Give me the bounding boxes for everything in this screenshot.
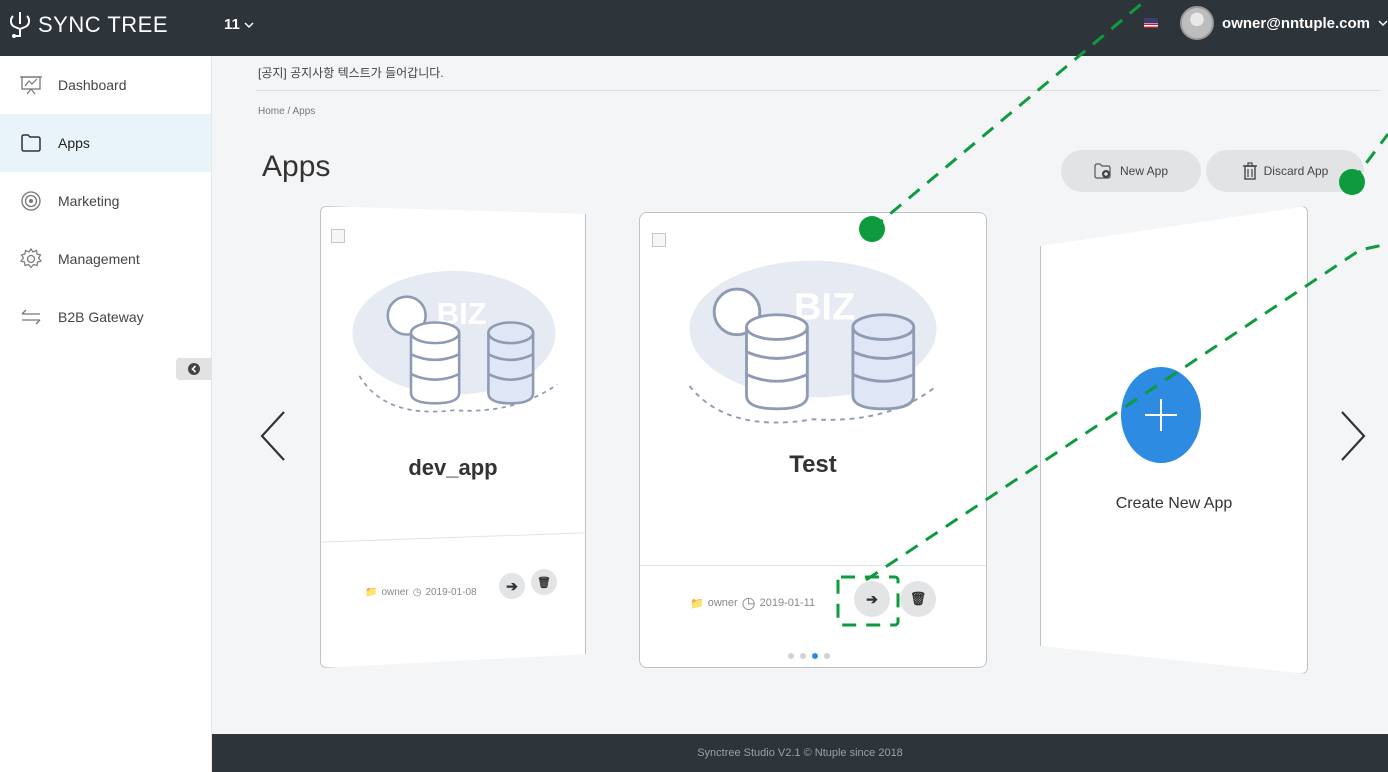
- owner-label: owner: [707, 597, 738, 609]
- user-menu[interactable]: owner@nntuple.com: [1144, 6, 1388, 40]
- trash-icon: [1242, 162, 1257, 180]
- carousel-prev-arrow-icon[interactable]: [258, 408, 288, 464]
- arrow-right-icon: ➔: [866, 590, 878, 607]
- sidebar-collapse-button[interactable]: [176, 358, 212, 380]
- sidebar-item-apps[interactable]: Apps: [0, 114, 211, 172]
- clock-icon: ◷: [412, 587, 422, 598]
- app-title: SYNC TREE: [38, 12, 169, 37]
- card-title: dev_app: [408, 455, 498, 480]
- new-app-button[interactable]: New App: [1061, 150, 1201, 192]
- delete-app-button[interactable]: 🗑: [531, 569, 557, 595]
- app-card-test[interactable]: BIZ Test 📁 owner ◷ 2019-01-11 ➔ 🗑: [639, 212, 987, 668]
- sidebar: Dashboard Apps Marketing Management B2B …: [0, 56, 212, 772]
- sidebar-item-b2b-gateway[interactable]: B2B Gateway: [0, 288, 211, 346]
- arrow-right-icon: ➔: [506, 577, 518, 594]
- date-label: 2019-01-08: [425, 587, 477, 598]
- new-app-label: New App: [1119, 164, 1169, 178]
- arrow-left-circle-icon: [188, 363, 200, 375]
- date-label: 2019-01-11: [759, 597, 816, 609]
- database-illustration-icon: BIZ: [352, 270, 558, 413]
- card-checkbox[interactable]: [331, 229, 345, 243]
- discard-app-button[interactable]: Discard App: [1206, 150, 1364, 192]
- delete-app-button[interactable]: 🗑: [900, 581, 936, 617]
- divider: [640, 565, 986, 566]
- folder-icon: [20, 132, 42, 154]
- user-email: owner@nntuple.com: [1222, 14, 1370, 32]
- card-meta: 📁 owner ◷ 2019-01-11: [690, 593, 815, 613]
- discard-app-label: Discard App: [1263, 164, 1329, 178]
- card-meta: 📁 owner ◷ 2019-01-08: [365, 587, 477, 598]
- card-title: Test: [789, 451, 837, 478]
- project-selector[interactable]: 11: [224, 16, 254, 33]
- carousel-dot-active[interactable]: [812, 653, 818, 659]
- sidebar-item-dashboard[interactable]: Dashboard: [0, 56, 211, 114]
- sidebar-item-marketing[interactable]: Marketing: [0, 172, 211, 230]
- clock-icon: ◷: [741, 595, 756, 612]
- owner-label: owner: [381, 587, 409, 598]
- sidebar-item-label: B2B Gateway: [58, 309, 144, 325]
- trash-icon: 🗑: [909, 591, 927, 606]
- carousel-dot[interactable]: [800, 653, 806, 659]
- plus-icon: [1145, 399, 1177, 431]
- carousel-dot[interactable]: [788, 653, 794, 659]
- sidebar-item-label: Dashboard: [58, 77, 127, 93]
- divider: [321, 532, 585, 543]
- avatar[interactable]: [1180, 6, 1215, 40]
- project-selector-value: 11: [224, 16, 240, 33]
- us-flag-icon[interactable]: [1144, 18, 1159, 28]
- top-bar: SYNC TREE 11 owner@nntuple.com: [0, 0, 1388, 56]
- folder-icon: 📁: [365, 587, 378, 598]
- footer-text: Synctree Studio V2.1 © Ntuple since 2018: [697, 747, 903, 759]
- carousel-dots: [788, 653, 830, 659]
- main-content: [공지] 공지사항 텍스트가 들어갑니다. Home / Apps Apps N…: [212, 56, 1388, 734]
- logo[interactable]: SYNC TREE: [8, 10, 168, 40]
- sidebar-item-label: Management: [58, 251, 140, 267]
- chevron-down-icon: [1378, 20, 1388, 27]
- open-app-button[interactable]: ➔: [854, 581, 890, 617]
- folder-plus-icon: [1094, 163, 1111, 179]
- create-new-app-card[interactable]: Create New App: [1040, 206, 1308, 674]
- card-checkbox[interactable]: [652, 233, 666, 247]
- notice-banner: [공지] 공지사항 텍스트가 들어갑니다.: [258, 66, 444, 80]
- gear-icon: [20, 248, 42, 270]
- exchange-arrows-icon: [20, 306, 42, 328]
- presentation-board-icon: [20, 74, 42, 96]
- sidebar-item-label: Apps: [58, 135, 90, 151]
- open-app-button[interactable]: ➔: [499, 573, 525, 599]
- breadcrumb[interactable]: Home / Apps: [258, 106, 315, 117]
- app-card-dev-app[interactable]: BIZ dev_app 📁 owner ◷ 2019-01-08 ➔ 🗑: [320, 206, 586, 668]
- carousel-next-arrow-icon[interactable]: [1338, 408, 1368, 464]
- page-title: Apps: [262, 150, 331, 183]
- sync-tree-logo-icon: [9, 12, 31, 38]
- create-new-app-label: Create New App: [1115, 495, 1233, 512]
- target-icon: [20, 190, 42, 212]
- folder-icon: 📁: [690, 597, 704, 610]
- sidebar-item-label: Marketing: [58, 193, 120, 209]
- add-app-button[interactable]: [1121, 367, 1201, 463]
- divider: [256, 90, 1380, 91]
- footer: Synctree Studio V2.1 © Ntuple since 2018: [212, 734, 1388, 772]
- carousel-dot[interactable]: [824, 653, 830, 659]
- database-illustration-icon: BIZ: [688, 260, 938, 424]
- sidebar-item-management[interactable]: Management: [0, 230, 211, 288]
- trash-icon: 🗑: [537, 576, 551, 589]
- chevron-down-icon: [244, 21, 254, 28]
